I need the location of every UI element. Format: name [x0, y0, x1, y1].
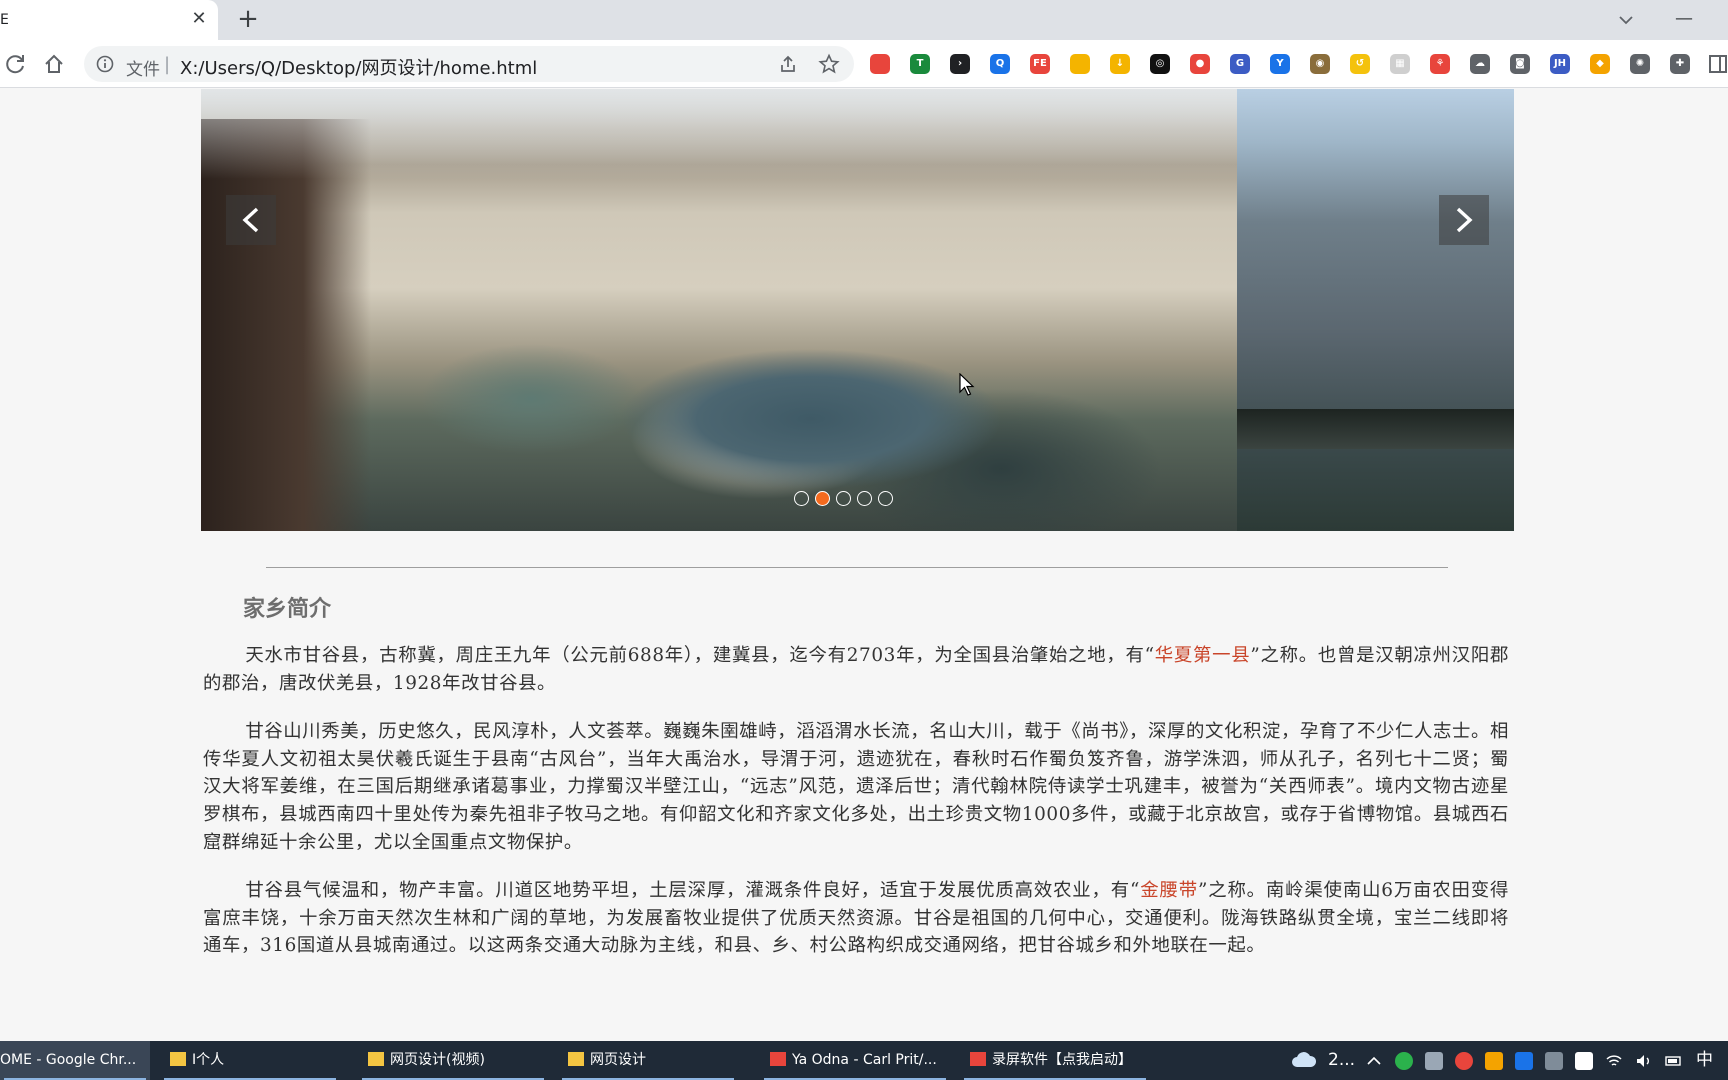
shield-ext-icon[interactable]: T — [910, 54, 930, 74]
browser-toolbar: 文件 | X:/Users/Q/Desktop/网页设计/home.html T… — [0, 40, 1728, 88]
wifi-icon[interactable] — [1605, 1052, 1623, 1070]
weather-text[interactable]: 2... — [1328, 1041, 1355, 1080]
fe-ext-icon[interactable]: FE — [1030, 54, 1050, 74]
chevron-right-icon — [1456, 207, 1473, 233]
carousel-indicators — [794, 491, 893, 507]
screen-tool-icon[interactable] — [1425, 1052, 1443, 1070]
folder-icon — [368, 1052, 384, 1066]
tree-ext-icon[interactable]: ⚘ — [1430, 54, 1450, 74]
owl-ext-icon[interactable]: ◉ — [1310, 54, 1330, 74]
camera-ext-icon[interactable]: ◙ — [1510, 54, 1530, 74]
browser-tab[interactable]: E ✕ — [0, 0, 218, 40]
address-separator: | — [164, 54, 171, 75]
share-icon[interactable] — [778, 54, 798, 74]
carousel-slide-mountains[interactable] — [1237, 89, 1514, 531]
taskbar-item[interactable]: 网页设计(视频) — [358, 1041, 548, 1080]
puzzle-ext-icon[interactable]: ✚ — [1670, 54, 1690, 74]
hometown-intro-article: 天水市甘谷县，古称冀，周庄王九年（公元前688年），建冀县，迄今有2703年，为… — [203, 642, 1509, 981]
record-icon[interactable] — [1455, 1052, 1473, 1070]
download-ext-icon[interactable]: ↓ — [1110, 54, 1130, 74]
dark-ext-icon[interactable]: ◎ — [1150, 54, 1170, 74]
address-url[interactable]: X:/Users/Q/Desktop/网页设计/home.html — [180, 54, 537, 80]
image-carousel[interactable] — [201, 89, 1514, 531]
highlight-text: 金腰带 — [1140, 880, 1198, 902]
taskbar-item-label: Ya Odna - Carl Prit/... — [792, 1052, 937, 1068]
carousel-dot-3[interactable] — [836, 491, 851, 506]
search-ext-icon[interactable]: Q — [990, 54, 1010, 74]
taskbar-item[interactable]: OME - Google Chr... — [0, 1041, 150, 1080]
home-icon[interactable] — [40, 50, 68, 78]
paragraph-text: 天水市甘谷县，古称冀，周庄王九年（公元前688年），建冀县，迄今有2703年，为… — [245, 645, 1155, 666]
bookmark-star-icon[interactable] — [818, 53, 840, 75]
page-content: 家乡简介 天水市甘谷县，古称冀，周庄王九年（公元前688年），建冀县，迄今有27… — [0, 89, 1728, 1041]
chrome-ext-2-icon[interactable] — [1070, 54, 1090, 74]
terminal-ext-icon[interactable]: › — [950, 54, 970, 74]
yellow-ext-icon[interactable]: ↺ — [1350, 54, 1370, 74]
intro-paragraph: 甘谷县气候温和，物产丰富。川道区地势平坦，土层深厚，灌溉条件良好，适宜于发展优质… — [203, 877, 1509, 960]
carousel-dot-5[interactable] — [878, 491, 893, 506]
minimize-window-icon[interactable]: — — [1672, 8, 1696, 32]
highlight-text: 华夏第一县 — [1154, 645, 1251, 666]
close-tab-icon[interactable]: ✕ — [188, 8, 210, 30]
folder-icon — [170, 1052, 186, 1066]
carousel-slide-city-lake[interactable] — [201, 89, 1237, 531]
chrome-ext-1-icon[interactable] — [870, 54, 890, 74]
orange-ext-icon[interactable]: ◆ — [1590, 54, 1610, 74]
folder-icon — [568, 1052, 584, 1066]
carousel-next-button[interactable] — [1439, 195, 1489, 245]
taskbar-item-label: I个人 — [192, 1052, 225, 1068]
address-scheme-label: 文件 — [126, 60, 160, 80]
section-divider — [266, 567, 1448, 568]
taskbar-item[interactable]: 录屏软件【点我启动】 — [960, 1041, 1150, 1080]
windows-icon[interactable] — [1575, 1052, 1593, 1070]
new-tab-button[interactable]: + — [234, 6, 262, 34]
settings-ext-icon[interactable]: ✺ — [1630, 54, 1650, 74]
stop-ext-icon[interactable]: ● — [1190, 54, 1210, 74]
intro-paragraph: 天水市甘谷县，古称冀，周庄王九年（公元前688年），建冀县，迄今有2703年，为… — [203, 642, 1509, 697]
tab-strip: E ✕ + — — [0, 0, 1728, 40]
side-panel-icon[interactable] — [1704, 50, 1728, 78]
mouse-cursor-icon — [959, 373, 975, 396]
carousel-dot-1[interactable] — [794, 491, 809, 506]
section-title: 家乡简介 — [243, 597, 332, 622]
battery-icon[interactable] — [1665, 1052, 1683, 1070]
intro-paragraph: 甘谷山川秀美，历史悠久，民风淳朴，人文荟萃。巍巍朱圉雄峙，滔滔渭水长流，名山大川… — [203, 718, 1509, 856]
chat-tray-icon[interactable] — [1545, 1052, 1563, 1070]
taskbar-item[interactable]: 网页设计 — [558, 1041, 738, 1080]
input-method-indicator[interactable]: 中 — [1696, 1041, 1713, 1080]
recorder-icon — [970, 1052, 986, 1066]
carousel-prev-button[interactable] — [226, 195, 276, 245]
wechat-icon[interactable] — [1395, 1052, 1413, 1070]
music-icon — [770, 1052, 786, 1066]
chevron-left-icon — [242, 207, 259, 233]
taskbar-item[interactable]: I个人 — [160, 1041, 340, 1080]
taskbar-item-label: 网页设计 — [590, 1052, 646, 1068]
taskbar-item-label: OME - Google Chr... — [0, 1052, 137, 1068]
y-ext-icon[interactable]: Y — [1270, 54, 1290, 74]
tab-search-icon[interactable] — [1614, 8, 1638, 32]
taskbar-item-label: 录屏软件【点我启动】 — [992, 1052, 1132, 1068]
reload-icon[interactable] — [2, 50, 30, 78]
app-tray-icon[interactable] — [1485, 1052, 1503, 1070]
grid-ext-icon[interactable]: ▦ — [1390, 54, 1410, 74]
tab-title: E — [0, 12, 9, 28]
chevron-up-icon[interactable] — [1365, 1052, 1383, 1070]
paragraph-text: 甘谷山川秀美，历史悠久，民风淳朴，人文荟萃。巍巍朱圉雄峙，滔滔渭水长流，名山大川… — [203, 721, 1509, 853]
paragraph-text: 甘谷县气候温和，物产丰富。川道区地势平坦，土层深厚，灌溉条件良好，适宜于发展优质… — [245, 880, 1141, 902]
taskbar-item-label: 网页设计(视频) — [390, 1052, 485, 1068]
carousel-dot-4[interactable] — [857, 491, 872, 506]
jh-ext-icon[interactable]: JH — [1550, 54, 1570, 74]
volume-icon[interactable] — [1635, 1052, 1653, 1070]
g-ext-icon[interactable]: G — [1230, 54, 1250, 74]
site-info-icon[interactable] — [96, 55, 114, 73]
blue-tray-icon[interactable] — [1515, 1052, 1533, 1070]
address-bar[interactable]: 文件 | X:/Users/Q/Desktop/网页设计/home.html — [84, 46, 854, 82]
carousel-dot-2[interactable] — [815, 491, 830, 506]
weather-cloud-icon[interactable] — [1290, 1049, 1318, 1071]
cloud-ext-icon[interactable]: ☁ — [1470, 54, 1490, 74]
taskbar-item[interactable]: Ya Odna - Carl Prit/... — [760, 1041, 950, 1080]
os-taskbar: OME - Google Chr... I个人 网页设计(视频) 网页设计 Ya Odn… — [0, 1041, 1728, 1080]
